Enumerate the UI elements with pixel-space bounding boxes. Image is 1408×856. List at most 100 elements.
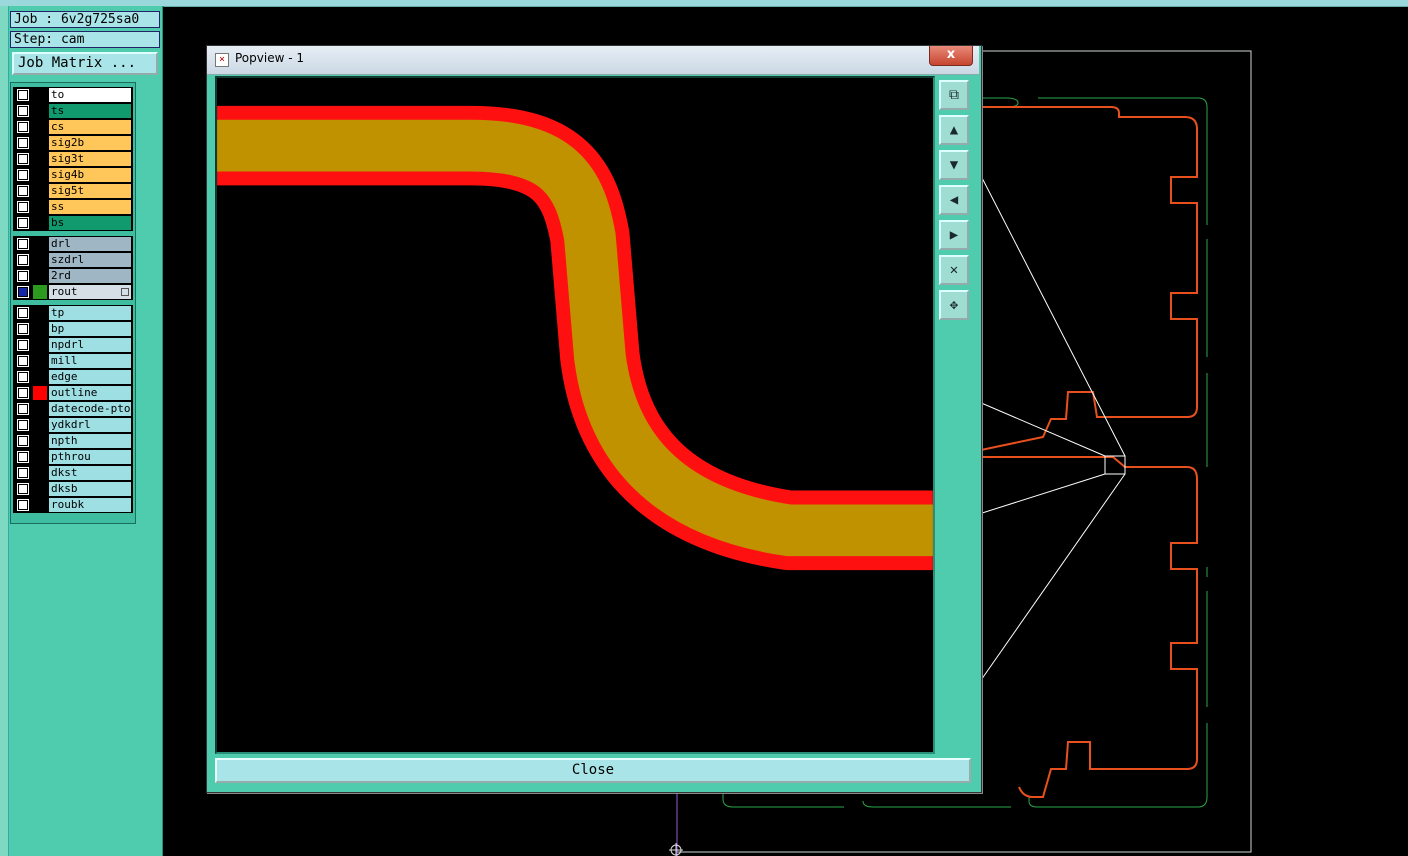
layer-name[interactable]: rout: [49, 285, 131, 299]
layer-color-swatch[interactable]: [33, 184, 47, 198]
layer-row-npdrl[interactable]: npdrl: [13, 337, 133, 353]
layer-checkbox[interactable]: [18, 202, 28, 212]
layer-color-swatch[interactable]: [33, 285, 47, 299]
layer-row-sig4b[interactable]: sig4b: [13, 167, 133, 183]
layer-name[interactable]: sig5t: [49, 184, 131, 198]
layer-color-swatch[interactable]: [33, 152, 47, 166]
layer-checkbox[interactable]: [18, 484, 28, 494]
layer-name[interactable]: drl: [49, 237, 131, 251]
layer-color-swatch[interactable]: [33, 269, 47, 283]
layer-color-swatch[interactable]: [33, 482, 47, 496]
layer-row-bp[interactable]: bp: [13, 321, 133, 337]
layer-color-swatch[interactable]: [33, 450, 47, 464]
layer-row-npth[interactable]: npth: [13, 433, 133, 449]
layer-name[interactable]: pthrou: [49, 450, 131, 464]
layer-checkbox[interactable]: [18, 372, 28, 382]
popview-titlebar[interactable]: × Popview - 1: [207, 46, 979, 75]
layer-row-dkst[interactable]: dkst: [13, 465, 133, 481]
layer-name[interactable]: npdrl: [49, 338, 131, 352]
layer-checkbox[interactable]: [18, 170, 28, 180]
layer-color-swatch[interactable]: [33, 402, 47, 416]
layer-color-swatch[interactable]: [33, 136, 47, 150]
layer-row-szdrl[interactable]: szdrl: [13, 252, 133, 268]
layer-name[interactable]: sig3t: [49, 152, 131, 166]
popview-close-button[interactable]: Close: [215, 758, 971, 783]
layer-color-swatch[interactable]: [33, 466, 47, 480]
popview-canvas[interactable]: [215, 76, 935, 754]
layer-color-swatch[interactable]: [33, 168, 47, 182]
layer-name[interactable]: ydkdrl: [49, 418, 131, 432]
layer-name[interactable]: npth: [49, 434, 131, 448]
zoom-window-button[interactable]: ⧉: [939, 80, 969, 110]
layer-name[interactable]: szdrl: [49, 253, 131, 267]
layer-row-sig5t[interactable]: sig5t: [13, 183, 133, 199]
layer-name[interactable]: datecode-pto: [49, 402, 131, 416]
layer-name[interactable]: mill: [49, 354, 131, 368]
layer-color-swatch[interactable]: [33, 434, 47, 448]
layer-name[interactable]: outline: [49, 386, 131, 400]
layer-checkbox[interactable]: [18, 239, 28, 249]
layer-checkbox[interactable]: [18, 218, 28, 228]
layer-name[interactable]: sig4b: [49, 168, 131, 182]
layer-color-swatch[interactable]: [33, 237, 47, 251]
layer-row-ydkdrl[interactable]: ydkdrl: [13, 417, 133, 433]
layer-checkbox[interactable]: [18, 452, 28, 462]
layer-checkbox[interactable]: [18, 90, 28, 100]
layer-row-ts[interactable]: ts: [13, 103, 133, 119]
layer-row-bs[interactable]: bs: [13, 215, 133, 231]
layer-name[interactable]: tp: [49, 306, 131, 320]
layer-name[interactable]: cs: [49, 120, 131, 134]
layer-checkbox[interactable]: [18, 154, 28, 164]
layer-checkbox[interactable]: [18, 340, 28, 350]
layer-name[interactable]: ts: [49, 104, 131, 118]
layer-color-swatch[interactable]: [33, 253, 47, 267]
layer-row-pthrou[interactable]: pthrou: [13, 449, 133, 465]
layer-name[interactable]: ss: [49, 200, 131, 214]
layer-color-swatch[interactable]: [33, 498, 47, 512]
layer-name[interactable]: edge: [49, 370, 131, 384]
layer-name[interactable]: dksb: [49, 482, 131, 496]
layer-checkbox[interactable]: [18, 420, 28, 430]
layer-color-swatch[interactable]: [33, 104, 47, 118]
layer-row-rout[interactable]: rout: [13, 284, 133, 300]
layer-row-drl[interactable]: drl: [13, 236, 133, 252]
layer-row-sig2b[interactable]: sig2b: [13, 135, 133, 151]
layer-name[interactable]: dkst: [49, 466, 131, 480]
layer-color-swatch[interactable]: [33, 322, 47, 336]
layer-color-swatch[interactable]: [33, 306, 47, 320]
layer-color-swatch[interactable]: [33, 370, 47, 384]
layer-checkbox[interactable]: [18, 138, 28, 148]
layer-row-datecode-pto[interactable]: datecode-pto: [13, 401, 133, 417]
layer-row-outline[interactable]: outline: [13, 385, 133, 401]
zoom-fit-button[interactable]: ✥: [939, 290, 969, 320]
job-matrix-button[interactable]: Job Matrix ...: [12, 52, 158, 75]
layer-checkbox[interactable]: [18, 500, 28, 510]
layer-row-dksb[interactable]: dksb: [13, 481, 133, 497]
layer-checkbox[interactable]: [18, 271, 28, 281]
layer-name[interactable]: roubk: [49, 498, 131, 512]
layer-name[interactable]: 2rd: [49, 269, 131, 283]
layer-row-mill[interactable]: mill: [13, 353, 133, 369]
layer-checkbox[interactable]: [18, 106, 28, 116]
layer-row-tp[interactable]: tp: [13, 305, 133, 321]
layer-color-swatch[interactable]: [33, 88, 47, 102]
layer-checkbox[interactable]: [18, 308, 28, 318]
layer-checkbox[interactable]: [18, 186, 28, 196]
layer-row-roubk[interactable]: roubk: [13, 497, 133, 513]
zoom-out-button[interactable]: ✕: [939, 255, 969, 285]
layer-checkbox[interactable]: [18, 324, 28, 334]
layer-checkbox[interactable]: [18, 404, 28, 414]
pan-right-button[interactable]: ▶: [939, 220, 969, 250]
layer-name[interactable]: to: [49, 88, 131, 102]
window-close-button[interactable]: x: [929, 46, 973, 66]
layer-row-to[interactable]: to: [13, 87, 133, 103]
layer-row-2rd[interactable]: 2rd: [13, 268, 133, 284]
layer-color-swatch[interactable]: [33, 386, 47, 400]
layer-name[interactable]: sig2b: [49, 136, 131, 150]
layer-checkbox[interactable]: [18, 468, 28, 478]
layer-checkbox[interactable]: [18, 122, 28, 132]
layer-color-swatch[interactable]: [33, 216, 47, 230]
layer-checkbox[interactable]: [18, 436, 28, 446]
layer-row-ss[interactable]: ss: [13, 199, 133, 215]
layer-row-sig3t[interactable]: sig3t: [13, 151, 133, 167]
